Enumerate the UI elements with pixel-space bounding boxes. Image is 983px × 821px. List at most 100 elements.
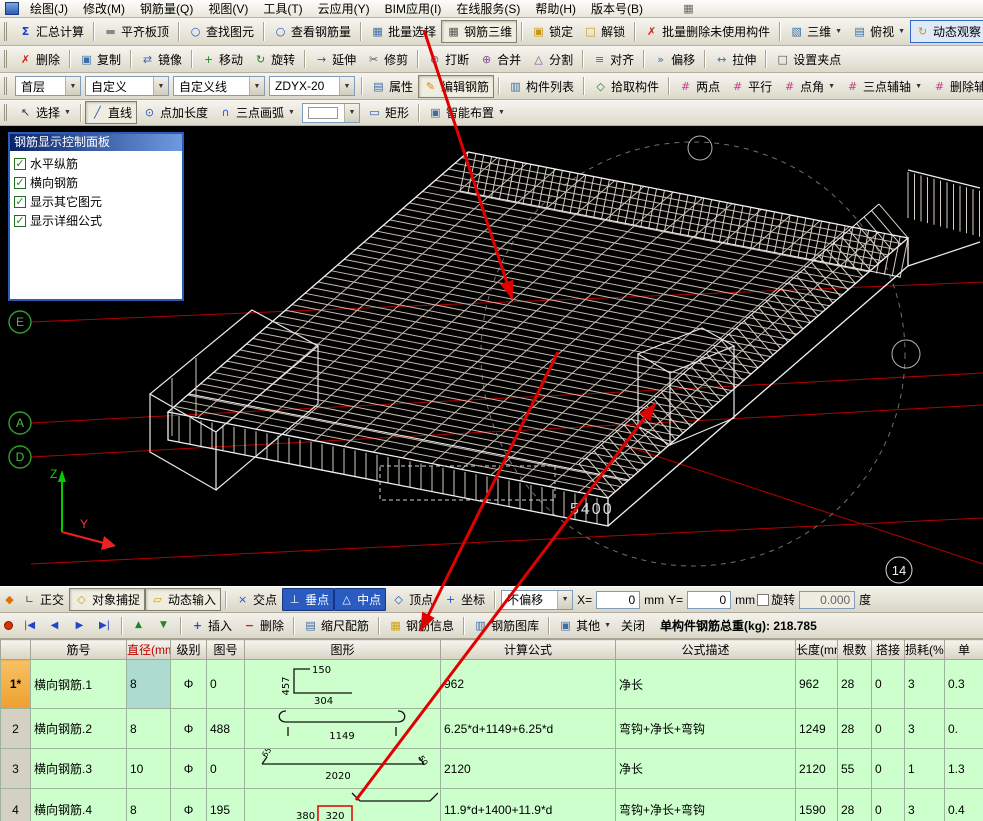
rotate-checkbox[interactable]: ✓ bbox=[757, 593, 770, 606]
row-number[interactable]: 2 bbox=[0, 708, 31, 749]
cell-count[interactable]: 28 bbox=[837, 659, 872, 709]
rebar-3d-button[interactable]: ▦ 钢筋三维 bbox=[441, 20, 518, 43]
intersection-snap-toggle[interactable]: × 交点 bbox=[230, 588, 282, 611]
chevron-down-icon[interactable]: ▼ bbox=[65, 77, 80, 95]
cell-loss[interactable]: 3 bbox=[904, 708, 945, 749]
row-down-button[interactable]: ▼ bbox=[151, 615, 176, 636]
nav-next-button[interactable]: ▶ bbox=[67, 615, 92, 636]
row-up-button[interactable]: ▲ bbox=[126, 615, 151, 636]
merge-button[interactable]: ⊕ 合并 bbox=[474, 48, 526, 71]
cell-shape[interactable]: 65 50 2020 bbox=[244, 748, 441, 789]
check-transverse-rebar[interactable]: ✓ 横向钢筋 bbox=[12, 173, 180, 192]
three-point-arc-tool-button[interactable]: ∩ 三点画弧 ▼ bbox=[213, 101, 300, 124]
view-3d-button[interactable]: ▧ 三维 ▼ bbox=[784, 20, 847, 43]
scale-rebar-button[interactable]: ▤ 缩尺配筋 bbox=[298, 614, 374, 637]
flush-slab-top-button[interactable]: ▬ 平齐板顶 bbox=[98, 20, 174, 43]
delete-row-button[interactable]: − 删除 bbox=[237, 614, 289, 637]
cell-unit-weight[interactable]: 1.3 bbox=[944, 748, 983, 789]
table-row[interactable]: 3 横向钢筋.3 10 Φ 0 65 50 2020 2120 净长 2120 … bbox=[0, 748, 983, 789]
menu-version[interactable]: 版本号(B) bbox=[584, 0, 650, 18]
view-rebar-qty-button[interactable]: ○ 查看钢筋量 bbox=[268, 20, 356, 43]
copy-button[interactable]: ▣ 复制 bbox=[74, 48, 126, 71]
stretch-button[interactable]: ↔ 拉伸 bbox=[709, 48, 761, 71]
panel-title[interactable]: 钢筋显示控制面板 bbox=[10, 134, 182, 151]
cell-figure-no[interactable]: 0 bbox=[206, 659, 245, 709]
object-snap-toggle[interactable]: ◇ 对象捕捉 bbox=[69, 588, 146, 611]
cell-diameter[interactable]: 8 bbox=[126, 788, 171, 821]
menu-tools[interactable]: 工具(T) bbox=[256, 0, 309, 18]
rotate-input[interactable]: 0.000 bbox=[799, 590, 856, 609]
cell-count[interactable]: 28 bbox=[837, 788, 872, 821]
cell-formula-desc[interactable]: 弯钩+净长+弯钩 bbox=[615, 708, 796, 749]
cell-length[interactable]: 2120 bbox=[795, 748, 838, 789]
component-list-button[interactable]: ▥ 构件列表 bbox=[503, 75, 579, 98]
check-show-other-elements[interactable]: ✓ 显示其它图元 bbox=[12, 192, 180, 211]
x-input[interactable]: 0 bbox=[596, 590, 641, 609]
chevron-down-icon[interactable]: ▼ bbox=[343, 103, 359, 122]
cell-lap[interactable]: 0 bbox=[871, 659, 905, 709]
cell-unit-weight[interactable]: 0.4 bbox=[944, 788, 983, 821]
row-number[interactable]: 3 bbox=[0, 748, 31, 789]
mirror-button[interactable]: ⇄ 镜像 bbox=[135, 48, 187, 71]
perpendicular-snap-toggle[interactable]: ⊥ 垂点 bbox=[282, 588, 335, 611]
cell-bar-name[interactable]: 横向钢筋.3 bbox=[30, 748, 127, 789]
cell-length[interactable]: 962 bbox=[795, 659, 838, 709]
unlock-button[interactable]: □ 解锁 bbox=[578, 20, 630, 43]
cell-lap[interactable]: 0 bbox=[871, 708, 905, 749]
three-point-aux-axis-button[interactable]: # 三点辅轴 ▼ bbox=[840, 75, 927, 98]
cell-loss[interactable]: 3 bbox=[904, 788, 945, 821]
check-horizontal-long-rebar[interactable]: ✓ 水平纵筋 bbox=[12, 154, 180, 173]
table-row[interactable]: 4 横向钢筋.4 8 Φ 195 380 320 11.9*d+1400+11.… bbox=[0, 788, 983, 821]
rebar-info-button[interactable]: ▦ 钢筋信息 bbox=[383, 614, 459, 637]
split-button[interactable]: △ 分割 bbox=[526, 48, 578, 71]
delete-button[interactable]: ✗ 删除 bbox=[13, 48, 65, 71]
midpoint-snap-toggle[interactable]: △ 中点 bbox=[334, 588, 387, 611]
parallel-axis-button[interactable]: # 平行 bbox=[725, 75, 777, 98]
cell-shape[interactable]: 1149 bbox=[244, 708, 441, 749]
insert-row-button[interactable]: + 插入 bbox=[185, 614, 237, 637]
cell-lap[interactable]: 0 bbox=[871, 748, 905, 789]
offset-mode-select[interactable]: 不偏移 ▼ bbox=[501, 589, 574, 610]
delete-aux-axis-button[interactable]: # 删除辅轴 bbox=[927, 75, 983, 98]
rotate-button[interactable]: ↻ 旋转 bbox=[248, 48, 300, 71]
camera-icon[interactable]: ▦ bbox=[681, 1, 696, 16]
nav-prev-button[interactable]: ◀ bbox=[42, 615, 67, 636]
two-point-axis-button[interactable]: # 两点 bbox=[673, 75, 725, 98]
cell-formula-desc[interactable]: 净长 bbox=[615, 748, 796, 789]
cell-count[interactable]: 55 bbox=[837, 748, 872, 789]
menu-rebar-qty[interactable]: 钢筋量(Q) bbox=[133, 0, 200, 18]
cell-shape[interactable]: 380 320 bbox=[244, 788, 441, 821]
properties-button[interactable]: ▤ 属性 bbox=[366, 75, 418, 98]
other-menu-button[interactable]: ▣ 其他 ▼ bbox=[553, 614, 616, 637]
select-tool-button[interactable]: ↖ 选择 ▼ bbox=[13, 101, 76, 124]
smart-layout-button[interactable]: ▣ 智能布置 ▼ bbox=[423, 101, 510, 124]
offset-button[interactable]: » 偏移 bbox=[648, 48, 700, 71]
rectangle-tool-button[interactable]: ▭ 矩形 bbox=[362, 101, 414, 124]
category-select[interactable]: 自定义 ▼ bbox=[85, 76, 169, 96]
cell-shape[interactable]: 150 457 304 bbox=[244, 659, 441, 709]
ortho-toggle[interactable]: ∟ 正交 bbox=[17, 588, 69, 611]
cell-length[interactable]: 1249 bbox=[795, 708, 838, 749]
table-row[interactable]: 1* 横向钢筋.1 8 Φ 0 150 457 304 962 净长 962 2… bbox=[0, 659, 983, 709]
menu-bim[interactable]: BIM应用(I) bbox=[378, 0, 449, 18]
move-button[interactable]: + 移动 bbox=[196, 48, 248, 71]
table-row[interactable]: 2 横向钢筋.2 8 Φ 488 1149 6.25*d+1149+6.25*d… bbox=[0, 708, 983, 749]
cell-unit-weight[interactable]: 0.3 bbox=[944, 659, 983, 709]
cell-diameter[interactable]: 10 bbox=[126, 748, 171, 789]
dynamic-input-toggle[interactable]: ▱ 动态输入 bbox=[145, 588, 222, 611]
cell-bar-name[interactable]: 横向钢筋.4 bbox=[30, 788, 127, 821]
close-button[interactable]: 关闭 bbox=[616, 614, 650, 637]
orbit-button[interactable]: ↻ 动态观察 bbox=[910, 20, 983, 43]
cell-formula-desc[interactable]: 弯钩+净长+弯钩 bbox=[615, 788, 796, 821]
toolbar-grip[interactable] bbox=[4, 76, 9, 96]
lock-button[interactable]: ▣ 锁定 bbox=[526, 20, 578, 43]
element-select[interactable]: ZDYX-20 ▼ bbox=[269, 76, 355, 96]
menu-view[interactable]: 视图(V) bbox=[201, 0, 255, 18]
check-show-detail-formula[interactable]: ✓ 显示详细公式 bbox=[12, 211, 180, 230]
cell-grade[interactable]: Φ bbox=[170, 788, 207, 821]
line-tool-button[interactable]: ╱ 直线 bbox=[84, 101, 137, 124]
cell-grade[interactable]: Φ bbox=[170, 748, 207, 789]
cell-diameter[interactable]: 8 bbox=[126, 708, 171, 749]
chevron-down-icon[interactable]: ▼ bbox=[557, 590, 573, 609]
batch-select-button[interactable]: ▦ 批量选择 bbox=[365, 20, 441, 43]
